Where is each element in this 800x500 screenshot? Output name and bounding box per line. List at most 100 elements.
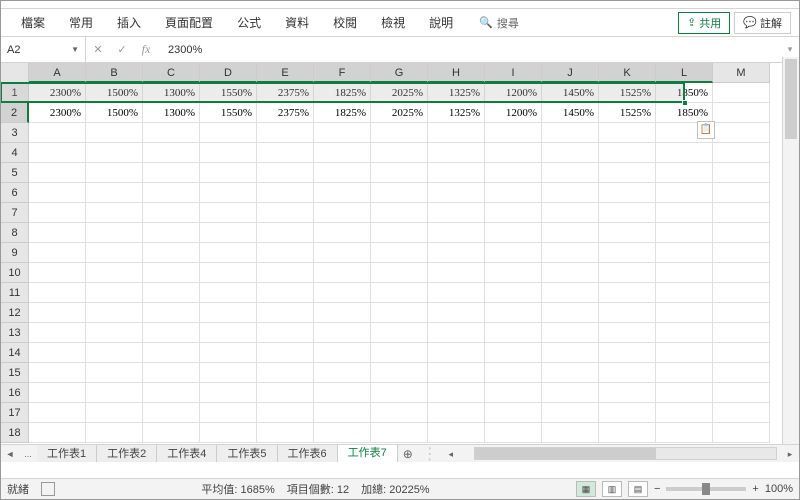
cell[interactable] bbox=[371, 143, 428, 163]
cell[interactable]: 1525% bbox=[599, 103, 656, 123]
comment-button[interactable]: 💬 註解 bbox=[734, 12, 791, 34]
cell[interactable] bbox=[713, 363, 770, 383]
col-header-L[interactable]: L bbox=[656, 63, 713, 83]
cell[interactable] bbox=[29, 223, 86, 243]
cell[interactable] bbox=[257, 303, 314, 323]
cell[interactable]: 2025% bbox=[371, 83, 428, 103]
cell[interactable] bbox=[428, 383, 485, 403]
cell[interactable] bbox=[86, 323, 143, 343]
vscroll-thumb[interactable] bbox=[785, 59, 797, 139]
cell[interactable]: 1525% bbox=[599, 83, 656, 103]
cell[interactable] bbox=[314, 163, 371, 183]
cell[interactable] bbox=[656, 243, 713, 263]
cell[interactable]: 1550% bbox=[200, 83, 257, 103]
cell[interactable] bbox=[371, 403, 428, 423]
cell[interactable] bbox=[428, 363, 485, 383]
cancel-icon[interactable]: ✕ bbox=[86, 43, 110, 56]
confirm-icon[interactable]: ✓ bbox=[110, 43, 134, 56]
cell[interactable] bbox=[314, 283, 371, 303]
cell[interactable] bbox=[29, 263, 86, 283]
row-header-9[interactable]: 9 bbox=[1, 243, 29, 263]
cell[interactable] bbox=[371, 183, 428, 203]
cell[interactable] bbox=[371, 323, 428, 343]
cell[interactable] bbox=[656, 403, 713, 423]
cell[interactable] bbox=[599, 263, 656, 283]
row-header-4[interactable]: 4 bbox=[1, 143, 29, 163]
cell[interactable] bbox=[599, 383, 656, 403]
cell[interactable] bbox=[428, 423, 485, 443]
cell[interactable] bbox=[314, 263, 371, 283]
cell[interactable] bbox=[428, 343, 485, 363]
cell[interactable] bbox=[485, 243, 542, 263]
cell[interactable] bbox=[29, 243, 86, 263]
sheet-tab-6[interactable]: 工作表6 bbox=[278, 445, 338, 462]
cell[interactable] bbox=[599, 163, 656, 183]
cell[interactable] bbox=[713, 263, 770, 283]
col-header-B[interactable]: B bbox=[86, 63, 143, 83]
col-header-I[interactable]: I bbox=[485, 63, 542, 83]
cell[interactable] bbox=[371, 383, 428, 403]
cell[interactable] bbox=[656, 343, 713, 363]
zoom-level[interactable]: 100% bbox=[765, 483, 793, 495]
cell[interactable] bbox=[143, 363, 200, 383]
hscroll-thumb[interactable] bbox=[475, 448, 656, 459]
cell[interactable]: 1500% bbox=[86, 83, 143, 103]
cell[interactable]: 2375% bbox=[257, 83, 314, 103]
col-header-A[interactable]: A bbox=[29, 63, 86, 83]
search-box[interactable]: 🔍 搜尋 bbox=[479, 15, 519, 31]
tab-nav-prev-icon[interactable]: ◄ bbox=[1, 445, 19, 462]
cell[interactable] bbox=[371, 203, 428, 223]
cell[interactable] bbox=[599, 303, 656, 323]
vertical-scrollbar[interactable] bbox=[782, 57, 799, 444]
cell[interactable] bbox=[656, 163, 713, 183]
view-page-break-icon[interactable]: ▤ bbox=[628, 481, 648, 497]
cell[interactable] bbox=[257, 343, 314, 363]
cell[interactable] bbox=[86, 403, 143, 423]
cell[interactable] bbox=[314, 143, 371, 163]
cell[interactable] bbox=[143, 303, 200, 323]
cell[interactable] bbox=[599, 123, 656, 143]
cell[interactable] bbox=[485, 123, 542, 143]
cell[interactable]: 1850% bbox=[656, 103, 713, 123]
cell[interactable] bbox=[314, 123, 371, 143]
cell[interactable] bbox=[257, 323, 314, 343]
cell[interactable] bbox=[86, 303, 143, 323]
cell[interactable] bbox=[428, 243, 485, 263]
row-header-3[interactable]: 3 bbox=[1, 123, 29, 143]
tab-home[interactable]: 常用 bbox=[57, 14, 105, 31]
cell[interactable] bbox=[599, 143, 656, 163]
cell[interactable] bbox=[542, 423, 599, 443]
cell[interactable] bbox=[485, 403, 542, 423]
cell[interactable] bbox=[143, 403, 200, 423]
cell[interactable] bbox=[713, 303, 770, 323]
cell[interactable] bbox=[485, 363, 542, 383]
cell[interactable] bbox=[485, 323, 542, 343]
cell[interactable] bbox=[599, 423, 656, 443]
col-header-M[interactable]: M bbox=[713, 63, 770, 83]
cell[interactable] bbox=[86, 343, 143, 363]
cell[interactable] bbox=[257, 143, 314, 163]
cell[interactable] bbox=[428, 403, 485, 423]
cell[interactable] bbox=[599, 183, 656, 203]
cell[interactable] bbox=[713, 143, 770, 163]
cell[interactable] bbox=[29, 283, 86, 303]
tab-overflow[interactable]: ... bbox=[19, 445, 37, 462]
fill-handle[interactable] bbox=[682, 100, 688, 106]
cell[interactable]: 1325% bbox=[428, 103, 485, 123]
cell[interactable] bbox=[713, 223, 770, 243]
sheet-tab-7[interactable]: 工作表7 bbox=[338, 445, 398, 462]
cell[interactable] bbox=[86, 363, 143, 383]
add-sheet-icon[interactable]: ⊕ bbox=[398, 445, 418, 462]
cell[interactable] bbox=[29, 123, 86, 143]
cell[interactable] bbox=[599, 343, 656, 363]
cell[interactable] bbox=[257, 403, 314, 423]
view-page-layout-icon[interactable]: ▥ bbox=[602, 481, 622, 497]
cell[interactable] bbox=[257, 363, 314, 383]
cell[interactable] bbox=[314, 223, 371, 243]
cell[interactable] bbox=[200, 243, 257, 263]
cell[interactable] bbox=[371, 303, 428, 323]
zoom-slider[interactable] bbox=[666, 487, 746, 491]
cell[interactable] bbox=[257, 203, 314, 223]
cell[interactable] bbox=[200, 203, 257, 223]
cell[interactable] bbox=[428, 123, 485, 143]
